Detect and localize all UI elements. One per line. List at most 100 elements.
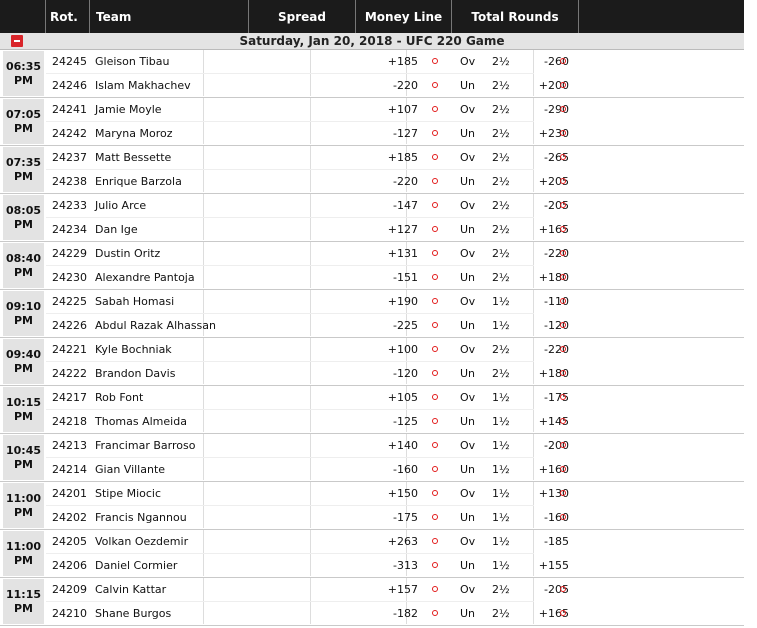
header-rot: Rot. — [46, 0, 90, 33]
total-rounds-bet-icon[interactable] — [560, 370, 566, 376]
game-time-hour: 09:10 — [5, 299, 41, 313]
game-block: 07:35 PM 24237 Matt Bessette +185 Ov 2½ -265 242… — [0, 146, 744, 194]
money-line-bet-icon[interactable] — [432, 370, 438, 376]
money-line-odds[interactable]: -313 — [378, 554, 418, 578]
total-rounds-bet-icon[interactable] — [560, 154, 566, 160]
money-line-bet-icon[interactable] — [432, 322, 438, 328]
total-rounds-bet-icon[interactable] — [560, 322, 566, 328]
total-rounds-bet-icon[interactable] — [560, 394, 566, 400]
money-line-odds[interactable]: +107 — [378, 98, 418, 122]
total-rounds-bet-icon[interactable] — [560, 442, 566, 448]
money-line-odds[interactable]: +131 — [378, 242, 418, 266]
team-name: Francimar Barroso — [95, 439, 196, 452]
money-line-odds[interactable]: +185 — [378, 50, 418, 74]
money-line-odds[interactable]: +185 — [378, 146, 418, 170]
money-line-odds[interactable]: -220 — [378, 170, 418, 194]
total-rounds-bet-icon[interactable] — [560, 178, 566, 184]
money-line-odds[interactable]: -151 — [378, 266, 418, 290]
total-rounds-bet-icon[interactable] — [560, 490, 566, 496]
money-line-odds[interactable]: -127 — [378, 122, 418, 146]
over-under: Un — [460, 511, 476, 524]
table-row: 24218 Thomas Almeida -125 Un 1½ +145 — [46, 410, 744, 434]
team-name: Matt Bessette — [95, 151, 172, 164]
total-rounds-bet-icon[interactable] — [560, 250, 566, 256]
money-line-bet-icon[interactable] — [432, 466, 438, 472]
total-rounds-bet-icon[interactable] — [560, 586, 566, 592]
money-line-bet-icon[interactable] — [432, 106, 438, 112]
total-rounds-bet-icon[interactable] — [560, 466, 566, 472]
total-rounds-line: 2½ — [492, 343, 510, 356]
money-line-bet-icon[interactable] — [432, 58, 438, 64]
money-line-bet-icon[interactable] — [432, 226, 438, 232]
money-line-bet-icon[interactable] — [432, 490, 438, 496]
money-line-bet-icon[interactable] — [432, 514, 438, 520]
money-line-odds[interactable]: +100 — [378, 338, 418, 362]
money-line-bet-icon[interactable] — [432, 274, 438, 280]
total-rounds-line: 2½ — [492, 199, 510, 212]
rotation-number: 24233 — [52, 199, 87, 212]
money-line-bet-icon[interactable] — [432, 562, 438, 568]
table-row: 24209 Calvin Kattar +157 Ov 2½ -205 — [46, 578, 744, 602]
over-under: Ov — [460, 55, 476, 68]
money-line-bet-icon[interactable] — [432, 82, 438, 88]
total-rounds-bet-icon[interactable] — [560, 298, 566, 304]
money-line-odds[interactable]: -220 — [378, 74, 418, 98]
money-line-bet-icon[interactable] — [432, 202, 438, 208]
rotation-number: 24209 — [52, 583, 87, 596]
total-rounds-bet-icon[interactable] — [560, 514, 566, 520]
total-rounds-odds[interactable]: +155 — [527, 554, 569, 578]
money-line-bet-icon[interactable] — [432, 418, 438, 424]
total-rounds-bet-icon[interactable] — [560, 226, 566, 232]
money-line-odds[interactable]: +140 — [378, 434, 418, 458]
money-line-bet-icon[interactable] — [432, 130, 438, 136]
over-under: Ov — [460, 439, 476, 452]
money-line-bet-icon[interactable] — [432, 538, 438, 544]
game-block: 07:05 PM 24241 Jamie Moyle +107 Ov 2½ -290 24242… — [0, 98, 744, 146]
total-rounds-bet-icon[interactable] — [560, 130, 566, 136]
game-time: 10:45 PM — [3, 435, 44, 480]
rotation-number: 24218 — [52, 415, 87, 428]
money-line-bet-icon[interactable] — [432, 346, 438, 352]
table-row: 24241 Jamie Moyle +107 Ov 2½ -290 — [46, 98, 744, 122]
money-line-bet-icon[interactable] — [432, 586, 438, 592]
money-line-odds[interactable]: -160 — [378, 458, 418, 482]
rotation-number: 24226 — [52, 319, 87, 332]
money-line-odds[interactable]: -225 — [378, 314, 418, 338]
money-line-odds[interactable]: -175 — [378, 506, 418, 530]
total-rounds-bet-icon[interactable] — [560, 274, 566, 280]
money-line-odds[interactable]: +157 — [378, 578, 418, 602]
total-rounds-bet-icon[interactable] — [560, 346, 566, 352]
total-rounds-bet-icon[interactable] — [560, 418, 566, 424]
table-row: 24210 Shane Burgos -182 Un 2½ +165 — [46, 602, 744, 626]
money-line-odds[interactable]: +105 — [378, 386, 418, 410]
money-line-odds[interactable]: -125 — [378, 410, 418, 434]
game-time: 07:05 PM — [3, 99, 44, 144]
money-line-bet-icon[interactable] — [432, 178, 438, 184]
table-row: 24242 Maryna Moroz -127 Un 2½ +230 — [46, 122, 744, 146]
money-line-odds[interactable]: -120 — [378, 362, 418, 386]
money-line-odds[interactable]: +150 — [378, 482, 418, 506]
money-line-odds[interactable]: +263 — [378, 530, 418, 554]
total-rounds-bet-icon[interactable] — [560, 106, 566, 112]
rotation-number: 24230 — [52, 271, 87, 284]
total-rounds-line: 1½ — [492, 439, 510, 452]
money-line-bet-icon[interactable] — [432, 154, 438, 160]
total-rounds-bet-icon[interactable] — [560, 58, 566, 64]
total-rounds-bet-icon[interactable] — [560, 82, 566, 88]
money-line-odds[interactable]: -182 — [378, 602, 418, 626]
total-rounds-bet-icon[interactable] — [560, 610, 566, 616]
total-rounds-bet-icon[interactable] — [560, 202, 566, 208]
money-line-bet-icon[interactable] — [432, 394, 438, 400]
game-block: 10:15 PM 24217 Rob Font +105 Ov 1½ -175 24218 Tho… — [0, 386, 744, 434]
total-rounds-odds[interactable]: -185 — [527, 530, 569, 554]
over-under: Ov — [460, 487, 476, 500]
rotation-number: 24205 — [52, 535, 87, 548]
money-line-bet-icon[interactable] — [432, 250, 438, 256]
money-line-bet-icon[interactable] — [432, 442, 438, 448]
money-line-odds[interactable]: +127 — [378, 218, 418, 242]
total-rounds-line: 2½ — [492, 247, 510, 260]
money-line-odds[interactable]: +190 — [378, 290, 418, 314]
money-line-bet-icon[interactable] — [432, 610, 438, 616]
money-line-bet-icon[interactable] — [432, 298, 438, 304]
money-line-odds[interactable]: -147 — [378, 194, 418, 218]
